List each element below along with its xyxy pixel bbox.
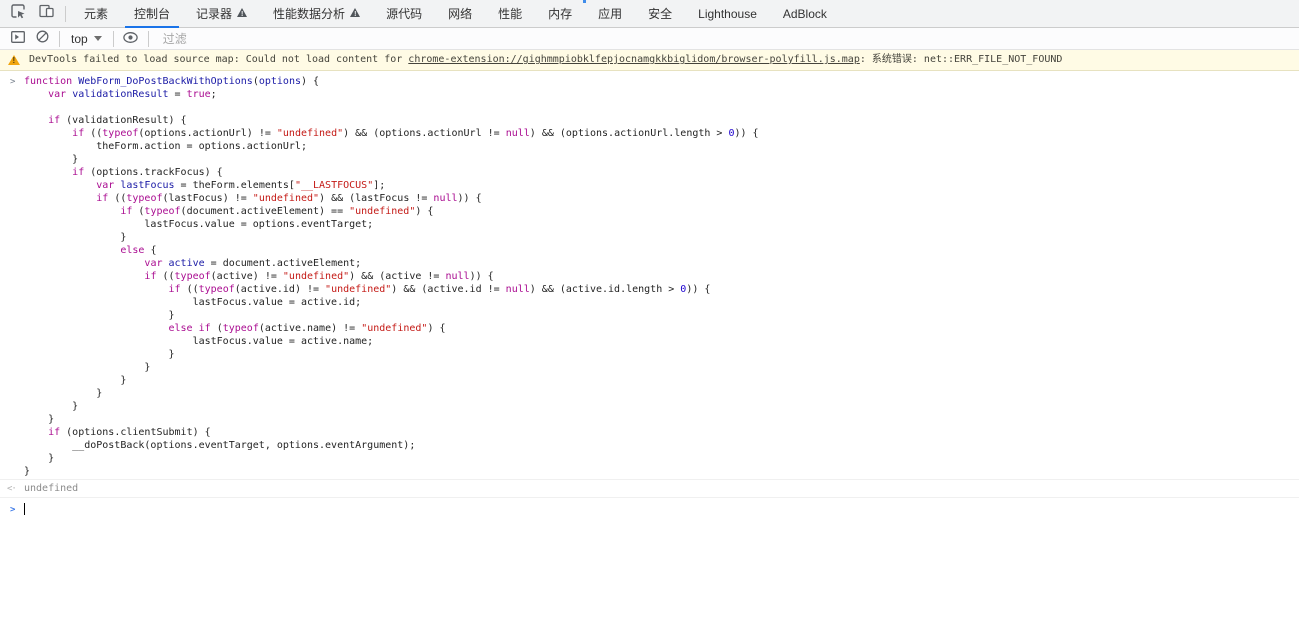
text-cursor bbox=[24, 503, 25, 515]
tab-memory[interactable]: 内存 bbox=[535, 0, 585, 27]
tab-label: 安全 bbox=[648, 5, 672, 22]
tab-label: 元素 bbox=[84, 5, 108, 22]
console-output: > function WebForm_DoPostBackWithOptions… bbox=[0, 71, 1299, 521]
tab-label: 源代码 bbox=[386, 5, 422, 22]
tab-label: 性能数据分析 bbox=[273, 5, 345, 22]
console-sidebar-button[interactable] bbox=[6, 28, 30, 50]
toolbar-divider bbox=[113, 31, 114, 47]
console-toolbar: top bbox=[0, 28, 1299, 50]
panel-tabs: 元素 控制台 记录器 性能数据分析 源代码 网络 性能 内存 应用 安全 Lig… bbox=[71, 0, 840, 27]
tab-elements[interactable]: 元素 bbox=[71, 0, 121, 27]
frame-context-selector[interactable]: top bbox=[65, 32, 108, 46]
tab-label: 性能 bbox=[498, 5, 522, 22]
inspect-cursor-icon bbox=[11, 4, 26, 24]
prompt-chevron-icon: > bbox=[10, 504, 15, 517]
console-sidebar-icon bbox=[11, 30, 25, 48]
clear-console-button[interactable] bbox=[30, 28, 54, 50]
tab-label: Lighthouse bbox=[698, 7, 757, 21]
filter-input[interactable] bbox=[163, 32, 593, 46]
tab-label: 应用 bbox=[598, 5, 622, 22]
tab-label: AdBlock bbox=[783, 7, 827, 21]
console-input-echo: > function WebForm_DoPostBackWithOptions… bbox=[0, 71, 1299, 479]
input-chevron-icon: > bbox=[10, 76, 15, 89]
tab-network[interactable]: 网络 bbox=[435, 0, 485, 27]
tab-security[interactable]: 安全 bbox=[635, 0, 685, 27]
tab-recorder[interactable]: 记录器 bbox=[183, 0, 260, 27]
inspect-element-button[interactable] bbox=[6, 3, 30, 25]
console-code: function WebForm_DoPostBackWithOptions(o… bbox=[24, 75, 1291, 478]
warning-triangle-icon bbox=[350, 8, 360, 17]
tab-label: 内存 bbox=[548, 5, 572, 22]
warning-message: DevTools failed to load source map: Coul… bbox=[29, 54, 1062, 66]
toolbar-divider bbox=[59, 31, 60, 47]
tab-label: 控制台 bbox=[134, 5, 170, 22]
tab-label: 网络 bbox=[448, 5, 472, 22]
source-map-link[interactable]: chrome-extension://gighmmpiobklfepjocnam… bbox=[408, 54, 860, 65]
warning-triangle-icon bbox=[237, 8, 247, 17]
tab-application[interactable]: 应用 bbox=[585, 0, 635, 27]
tab-adblock[interactable]: AdBlock bbox=[770, 0, 840, 27]
live-expression-button[interactable] bbox=[119, 28, 143, 50]
warning-bar: DevTools failed to load source map: Coul… bbox=[0, 50, 1299, 71]
eye-icon bbox=[123, 30, 138, 48]
toolbar-divider bbox=[65, 6, 66, 22]
device-toolbar-button[interactable] bbox=[34, 3, 58, 25]
clear-console-icon bbox=[36, 30, 49, 48]
chevron-down-icon bbox=[94, 36, 102, 41]
tab-sources[interactable]: 源代码 bbox=[373, 0, 435, 27]
warning-text-after: : 系统错误: net::ERR_FILE_NOT_FOUND bbox=[860, 54, 1063, 65]
console-result-row: <· undefined bbox=[0, 479, 1299, 498]
return-arrow-icon: <· bbox=[7, 483, 16, 496]
warning-text-before: DevTools failed to load source map: Coul… bbox=[29, 54, 408, 65]
console-prompt[interactable]: > bbox=[0, 498, 1299, 521]
toolbar-divider bbox=[148, 31, 149, 47]
warning-triangle-icon bbox=[8, 55, 20, 65]
tab-performance-insights[interactable]: 性能数据分析 bbox=[260, 0, 373, 27]
device-toolbar-icon bbox=[39, 4, 54, 23]
result-value: undefined bbox=[24, 483, 78, 494]
tab-console[interactable]: 控制台 bbox=[121, 0, 183, 27]
tab-lighthouse[interactable]: Lighthouse bbox=[685, 0, 770, 27]
frame-context-label: top bbox=[71, 32, 88, 46]
tab-performance[interactable]: 性能 bbox=[485, 0, 535, 27]
devtools-tabbar: 元素 控制台 记录器 性能数据分析 源代码 网络 性能 内存 应用 安全 Lig… bbox=[0, 0, 1299, 28]
tabbar-left-icons bbox=[0, 0, 60, 27]
tab-label: 记录器 bbox=[196, 5, 232, 22]
